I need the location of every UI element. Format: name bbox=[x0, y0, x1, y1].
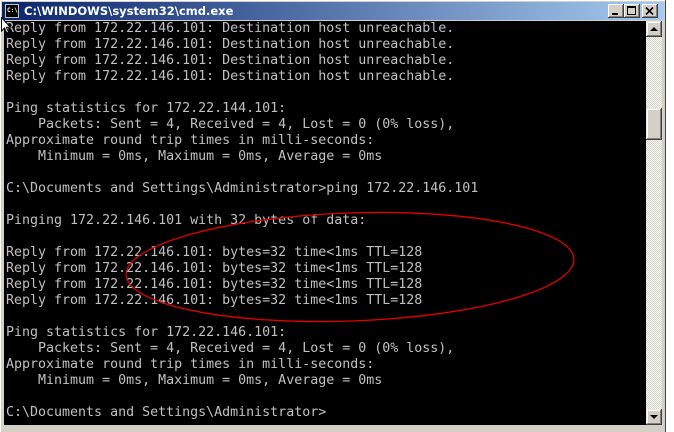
console-line: Ping statistics for 172.22.144.101: bbox=[6, 101, 287, 116]
window-title: C:\WINDOWS\system32\cmd.exe bbox=[24, 4, 234, 18]
console-line: Reply from 172.22.146.101: Destination h… bbox=[6, 37, 455, 52]
vertical-scrollbar[interactable] bbox=[646, 21, 662, 425]
console-line: Packets: Sent = 4, Received = 4, Lost = … bbox=[6, 341, 455, 356]
console-line: C:\Documents and Settings\Administrator>… bbox=[6, 181, 479, 196]
console-line: Packets: Sent = 4, Received = 4, Lost = … bbox=[6, 117, 455, 132]
minimize-button[interactable] bbox=[608, 4, 624, 18]
console-line: Pinging 172.22.146.101 with 32 bytes of … bbox=[6, 213, 367, 228]
console-line: Reply from 172.22.146.101: Destination h… bbox=[6, 21, 455, 36]
title-bar[interactable]: C:\ C:\WINDOWS\system32\cmd.exe bbox=[2, 2, 664, 20]
close-icon bbox=[645, 7, 654, 15]
scroll-up-arrow-icon bbox=[650, 27, 658, 31]
cmd-window: C:\ C:\WINDOWS\system32\cmd.exe Reply fr… bbox=[0, 0, 666, 432]
console-line: Reply from 172.22.146.101: Destination h… bbox=[6, 53, 455, 68]
console-line: Approximate round trip times in milli-se… bbox=[6, 357, 375, 372]
console-line: Minimum = 0ms, Maximum = 0ms, Average = … bbox=[6, 149, 383, 164]
cmd-icon[interactable]: C:\ bbox=[5, 4, 19, 18]
minimize-icon bbox=[612, 13, 618, 15]
console-line: Reply from 172.22.146.101: bytes=32 time… bbox=[6, 261, 423, 276]
console-line: Reply from 172.22.146.101: bytes=32 time… bbox=[6, 277, 423, 292]
console-prompt-line: C:\Documents and Settings\Administrator> bbox=[6, 405, 327, 420]
console-line: Approximate round trip times in milli-se… bbox=[6, 133, 375, 148]
scroll-down-button[interactable] bbox=[646, 409, 662, 425]
scroll-up-button[interactable] bbox=[646, 21, 662, 37]
console-line: Reply from 172.22.146.101: bytes=32 time… bbox=[6, 293, 423, 308]
scroll-down-arrow-icon bbox=[650, 415, 658, 419]
console-line: Reply from 172.22.146.101: Destination h… bbox=[6, 69, 455, 84]
console-line: Reply from 172.22.146.101: bytes=32 time… bbox=[6, 245, 423, 260]
console-line: Minimum = 0ms, Maximum = 0ms, Average = … bbox=[6, 373, 383, 388]
maximize-icon bbox=[627, 6, 636, 15]
maximize-button[interactable] bbox=[624, 4, 640, 18]
close-button[interactable] bbox=[642, 4, 658, 18]
console-output[interactable]: Reply from 172.22.146.101: Destination h… bbox=[4, 21, 646, 425]
console-line: Ping statistics for 172.22.146.101: bbox=[6, 325, 287, 340]
scrollbar-thumb[interactable] bbox=[646, 108, 662, 141]
